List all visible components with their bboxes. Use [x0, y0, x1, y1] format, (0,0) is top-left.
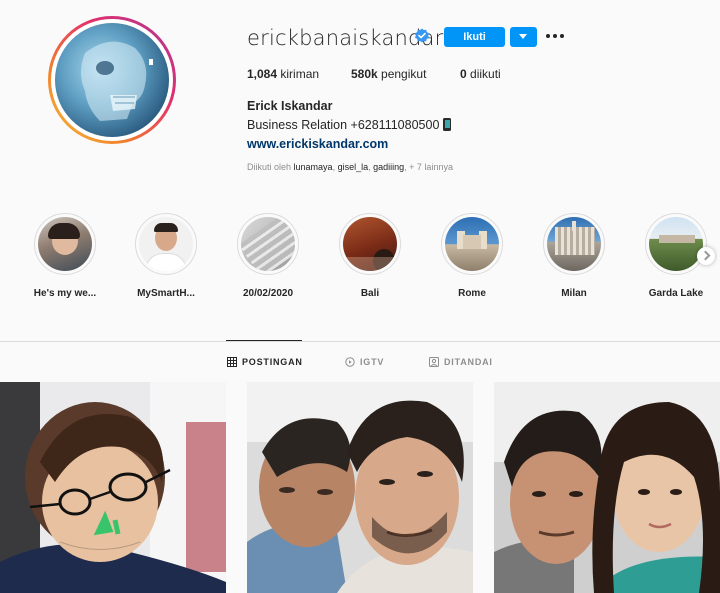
- tab-posts-label: POSTINGAN: [242, 357, 303, 367]
- followers-count-label: pengikut: [377, 67, 427, 81]
- highlight-label: Garda Lake: [648, 288, 704, 299]
- highlight-item[interactable]: Milan: [542, 213, 606, 299]
- tab-igtv[interactable]: IGTV: [345, 357, 384, 367]
- posts-count-label: kiriman: [277, 67, 320, 81]
- highlight-thumbnail: [649, 217, 703, 271]
- dot-icon: [553, 34, 557, 38]
- following-count-value: 0: [460, 67, 467, 81]
- profile-bio: Business Relation +628111080500: [247, 118, 452, 132]
- tab-igtv-label: IGTV: [360, 357, 385, 367]
- highlight-ring: [237, 213, 299, 275]
- highlight-ring: [543, 213, 605, 275]
- follow-button[interactable]: Ikuti: [444, 27, 505, 47]
- mobile-phone-icon: [443, 118, 452, 131]
- avatar-border: [51, 19, 173, 141]
- post-image: [247, 382, 473, 593]
- posts-count-value: 1,084: [247, 67, 278, 81]
- highlight-label: He's my we...: [33, 288, 97, 299]
- highlight-ring: [135, 213, 197, 275]
- highlight-item[interactable]: Rome: [440, 213, 504, 299]
- dot-icon: [546, 34, 550, 38]
- highlight-label: 20/02/2020: [242, 288, 294, 299]
- profile-full-name: Erick Iskandar: [247, 99, 333, 113]
- follower-name: lunamaya: [293, 162, 333, 172]
- follower-name: gisel_la: [337, 162, 369, 172]
- followed-by-text[interactable]: Diikuti oleh lunamaya, gisel_la, gadiiin…: [247, 162, 453, 172]
- post-thumbnail[interactable]: [247, 382, 473, 593]
- following-count[interactable]: 0 diikuti: [460, 67, 501, 81]
- highlight-label: Milan: [561, 288, 587, 299]
- highlight-label: MySmartH...: [137, 288, 195, 299]
- highlight-label: Bali: [360, 288, 380, 299]
- highlights-next-button[interactable]: [697, 247, 715, 265]
- post-image: [494, 382, 720, 593]
- highlight-item[interactable]: Garda Lake: [644, 213, 708, 299]
- active-tab-indicator: [226, 340, 302, 341]
- bio-text: Business Relation +628111080500: [247, 118, 440, 132]
- highlight-item[interactable]: He's my we...: [33, 213, 97, 299]
- igtv-icon: [345, 357, 355, 367]
- xray-skull-image: [81, 41, 153, 121]
- followed-by-prefix: Diikuti oleh: [247, 162, 294, 172]
- tab-posts[interactable]: POSTINGAN: [227, 357, 303, 367]
- tab-tagged[interactable]: DITANDAI: [429, 357, 493, 367]
- chevron-down-icon: [519, 34, 527, 39]
- highlight-thumbnail: [343, 217, 397, 271]
- post-thumbnail[interactable]: [0, 382, 226, 593]
- suggestions-dropdown-button[interactable]: [510, 27, 537, 47]
- post-thumbnail[interactable]: [494, 382, 720, 593]
- followers-count-value: 580k: [351, 67, 378, 81]
- highlight-ring: [34, 213, 96, 275]
- highlight-item[interactable]: 20/02/2020: [236, 213, 300, 299]
- highlight-thumbnail: [241, 217, 295, 271]
- profile-avatar-ring[interactable]: [48, 16, 176, 144]
- highlight-thumbnail: [38, 217, 92, 271]
- tabs-divider: [0, 341, 720, 342]
- highlight-ring: [441, 213, 503, 275]
- highlight-ring: [645, 213, 707, 275]
- highlight-thumbnail: [445, 217, 499, 271]
- verified-badge-icon: [415, 28, 429, 43]
- post-image: [0, 382, 226, 593]
- followers-count[interactable]: 580k pengikut: [351, 67, 426, 81]
- highlight-label: Rome: [458, 288, 486, 299]
- follower-name: gadiiing: [373, 162, 405, 172]
- highlight-ring: [339, 213, 401, 275]
- highlight-thumbnail: [547, 217, 601, 271]
- highlight-item[interactable]: MySmartH...: [134, 213, 198, 299]
- highlight-thumbnail: [139, 217, 193, 271]
- more-options-button[interactable]: [546, 30, 566, 42]
- posts-count: 1,084 kiriman: [247, 67, 319, 81]
- profile-avatar: [55, 23, 169, 137]
- following-count-label: diikuti: [466, 67, 501, 81]
- tab-tagged-label: DITANDAI: [444, 357, 493, 367]
- dot-icon: [560, 34, 564, 38]
- grid-icon: [227, 357, 237, 367]
- highlight-item[interactable]: Bali: [338, 213, 402, 299]
- followed-by-suffix: + 7 lainnya: [409, 162, 453, 172]
- tagged-icon: [429, 357, 439, 367]
- profile-website-link[interactable]: www.erickiskandar.com: [247, 137, 388, 151]
